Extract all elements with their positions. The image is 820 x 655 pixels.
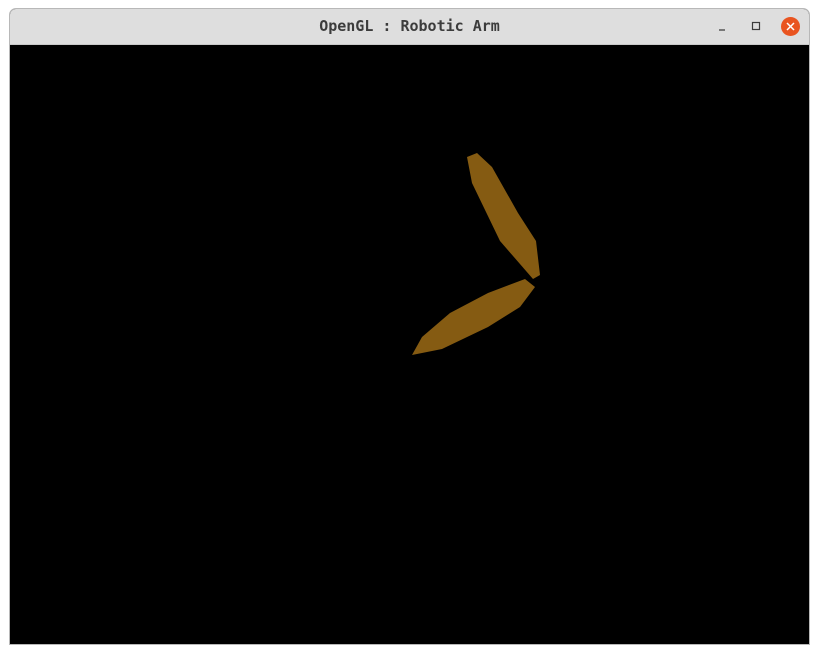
- minimize-icon: [719, 29, 725, 31]
- close-icon: [786, 22, 795, 31]
- minimize-button[interactable]: [713, 17, 732, 36]
- canvas-background: [10, 45, 809, 644]
- title-bar[interactable]: OpenGL : Robotic Arm: [10, 9, 809, 45]
- maximize-icon: [751, 21, 761, 31]
- window-controls: [698, 17, 800, 36]
- app-window: OpenGL : Robotic Arm: [9, 8, 810, 645]
- close-button[interactable]: [781, 17, 800, 36]
- window-title: OpenGL : Robotic Arm: [319, 17, 500, 35]
- opengl-canvas[interactable]: [10, 45, 809, 644]
- maximize-button[interactable]: [747, 17, 766, 36]
